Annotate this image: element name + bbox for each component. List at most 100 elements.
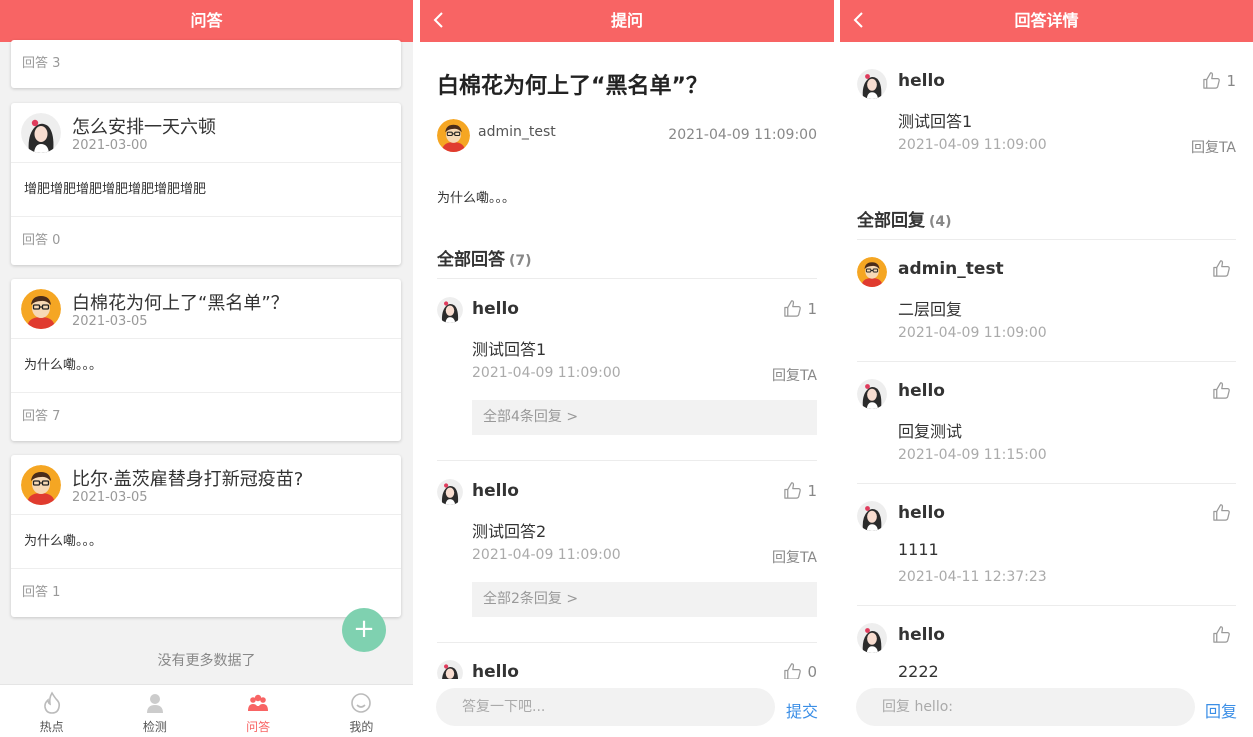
girl-avatar xyxy=(857,379,887,409)
page-title: 问答 xyxy=(0,0,413,42)
girl-avatar xyxy=(857,623,887,653)
like-button[interactable] xyxy=(1212,503,1236,522)
reply-link[interactable]: 回复TA xyxy=(772,547,817,567)
boy-avatar xyxy=(437,119,470,152)
back-arrow-icon[interactable] xyxy=(432,12,446,28)
thumb-up-icon xyxy=(783,299,802,318)
question-date: 2021-03-05 xyxy=(72,490,148,505)
question-title: 怎么安排一天六顿 xyxy=(72,117,216,138)
replies-section-title: 全部回复 (4) xyxy=(857,211,952,231)
view-all-replies[interactable]: 全部2条回复 > xyxy=(472,582,817,617)
header-title: 回答详情 xyxy=(1014,11,1079,30)
girl-avatar xyxy=(21,113,61,153)
like-button[interactable] xyxy=(1212,259,1236,278)
question-time: 2021-04-09 11:09:00 xyxy=(668,127,817,143)
reply-item: hello 2222 xyxy=(857,623,1236,683)
answer-content: 测试回答2 xyxy=(472,522,547,541)
answer-time: 2021-04-09 11:09:00 xyxy=(472,365,621,381)
like-button[interactable]: 1 xyxy=(783,481,817,500)
tab-label: 问答 xyxy=(246,720,271,734)
answer-item: hello 1 测试回答1 2021-04-09 11:09:00 回复TA xyxy=(857,69,1236,169)
like-button[interactable]: 1 xyxy=(1202,71,1236,90)
like-button[interactable] xyxy=(1212,381,1236,400)
answer-count: 回答 0 xyxy=(22,233,61,248)
tab-hot[interactable]: 热点 xyxy=(0,685,103,737)
group-icon xyxy=(248,694,269,711)
question-card[interactable]: 白棉花为何上了“黑名单”？ 2021-03-05 为什么嘞。。。 回答 7 xyxy=(11,279,401,441)
tab-label: 热点 xyxy=(39,720,64,734)
flame-icon xyxy=(43,691,60,714)
reply-link[interactable]: 回复TA xyxy=(1191,137,1236,157)
reply-content: 二层回复 xyxy=(898,300,963,319)
question-date: 2021-03-00 xyxy=(72,138,148,153)
thumb-up-icon xyxy=(783,481,802,500)
answer-count: 回答 7 xyxy=(22,409,61,424)
page-title: 提问 xyxy=(420,0,834,42)
thumb-up-icon xyxy=(1212,381,1231,400)
answers-section-title: 全部回答 (7) xyxy=(437,250,532,270)
thumb-up-icon xyxy=(1212,503,1231,522)
thumb-up-icon xyxy=(1212,259,1231,278)
person-icon xyxy=(146,694,163,713)
page-title: 回答详情 xyxy=(840,0,1253,42)
reply-input[interactable] xyxy=(856,688,1195,726)
reply-item: hello 1111 2021-04-11 12:37:23 xyxy=(857,501,1236,601)
reply-input-bar: 回复 xyxy=(840,679,1253,737)
question-card[interactable]: 回答 3 xyxy=(11,40,401,88)
back-arrow-icon[interactable] xyxy=(852,12,866,28)
answer-input-bar: 提交 xyxy=(420,679,834,737)
thumb-up-icon xyxy=(1202,71,1221,90)
reply-item: admin_test 二层回复 2021-04-09 11:09:00 xyxy=(857,257,1236,357)
reply-user: hello xyxy=(898,381,945,401)
boy-avatar xyxy=(21,289,61,329)
tab-mine[interactable]: 我的 xyxy=(310,685,413,737)
reply-content: 回复测试 xyxy=(898,422,963,441)
question-title: 比尔·盖茨雇替身打新冠疫苗? xyxy=(72,469,304,490)
bottom-tab-bar: 热点 检测 问答 我的 xyxy=(0,684,413,737)
view-all-replies[interactable]: 全部4条回复 > xyxy=(472,400,817,435)
answer-input[interactable] xyxy=(436,688,775,726)
reply-time: 2021-04-11 12:37:23 xyxy=(898,569,1047,585)
reply-time: 2021-04-09 11:09:00 xyxy=(898,325,1047,341)
answer-time: 2021-04-09 11:09:00 xyxy=(472,547,621,563)
reply-user: hello xyxy=(898,625,945,645)
boy-avatar xyxy=(21,465,61,505)
question-card[interactable]: 比尔·盖茨雇替身打新冠疫苗? 2021-03-05 为什么嘞。。。 回答 1 xyxy=(11,455,401,617)
tab-qa[interactable]: 问答 xyxy=(207,685,310,737)
question-title: 白棉花为何上了“黑名单”？ xyxy=(437,74,708,99)
reply-user: admin_test xyxy=(898,259,1004,279)
add-question-button[interactable]: + xyxy=(342,608,386,652)
answer-content: 测试回答1 xyxy=(898,112,973,131)
answer-time: 2021-04-09 11:09:00 xyxy=(898,137,1047,153)
girl-avatar xyxy=(437,479,463,505)
like-button[interactable] xyxy=(1212,625,1236,644)
question-title: 白棉花为何上了“黑名单”？ xyxy=(72,293,289,314)
tab-detect[interactable]: 检测 xyxy=(103,685,206,737)
reply-submit-button[interactable]: 回复 xyxy=(1205,698,1237,722)
answer-item: hello 1 测试回答2 2021-04-09 11:09:00 回复TA 全… xyxy=(437,479,817,619)
boy-avatar xyxy=(857,257,887,287)
answer-detail-screen: 回答详情 hello 1 测试回答1 2021-04-09 11:09:00 回… xyxy=(840,0,1253,737)
reply-time: 2021-04-09 11:15:00 xyxy=(898,447,1047,463)
question-card[interactable]: 怎么安排一天六顿 2021-03-00 增肥增肥增肥增肥增肥增肥增肥 回答 0 xyxy=(11,103,401,265)
answer-user: hello xyxy=(472,299,519,319)
question-body: 增肥增肥增肥增肥增肥增肥增肥 xyxy=(11,163,401,217)
question-author: admin_test xyxy=(478,124,556,140)
answer-count: 回答 1 xyxy=(22,585,61,600)
submit-button[interactable]: 提交 xyxy=(786,698,818,722)
tab-label: 我的 xyxy=(349,720,374,734)
answer-item: hello 1 测试回答1 2021-04-09 11:09:00 回复TA 全… xyxy=(437,297,817,437)
question-body: 为什么嘞。。。 xyxy=(11,339,401,393)
thumb-up-icon xyxy=(1212,625,1231,644)
question-body: 为什么嘞。。。 xyxy=(437,191,516,206)
question-body: 为什么嘞。。。 xyxy=(11,515,401,569)
reply-link[interactable]: 回复TA xyxy=(772,365,817,385)
question-date: 2021-03-05 xyxy=(72,314,148,329)
like-button[interactable]: 1 xyxy=(783,299,817,318)
reply-content: 1111 xyxy=(898,540,939,559)
answer-user: hello xyxy=(472,481,519,501)
answer-count: 回答 3 xyxy=(22,56,61,71)
girl-avatar xyxy=(857,69,887,99)
answer-user: hello xyxy=(898,71,945,91)
smile-icon xyxy=(351,693,372,713)
